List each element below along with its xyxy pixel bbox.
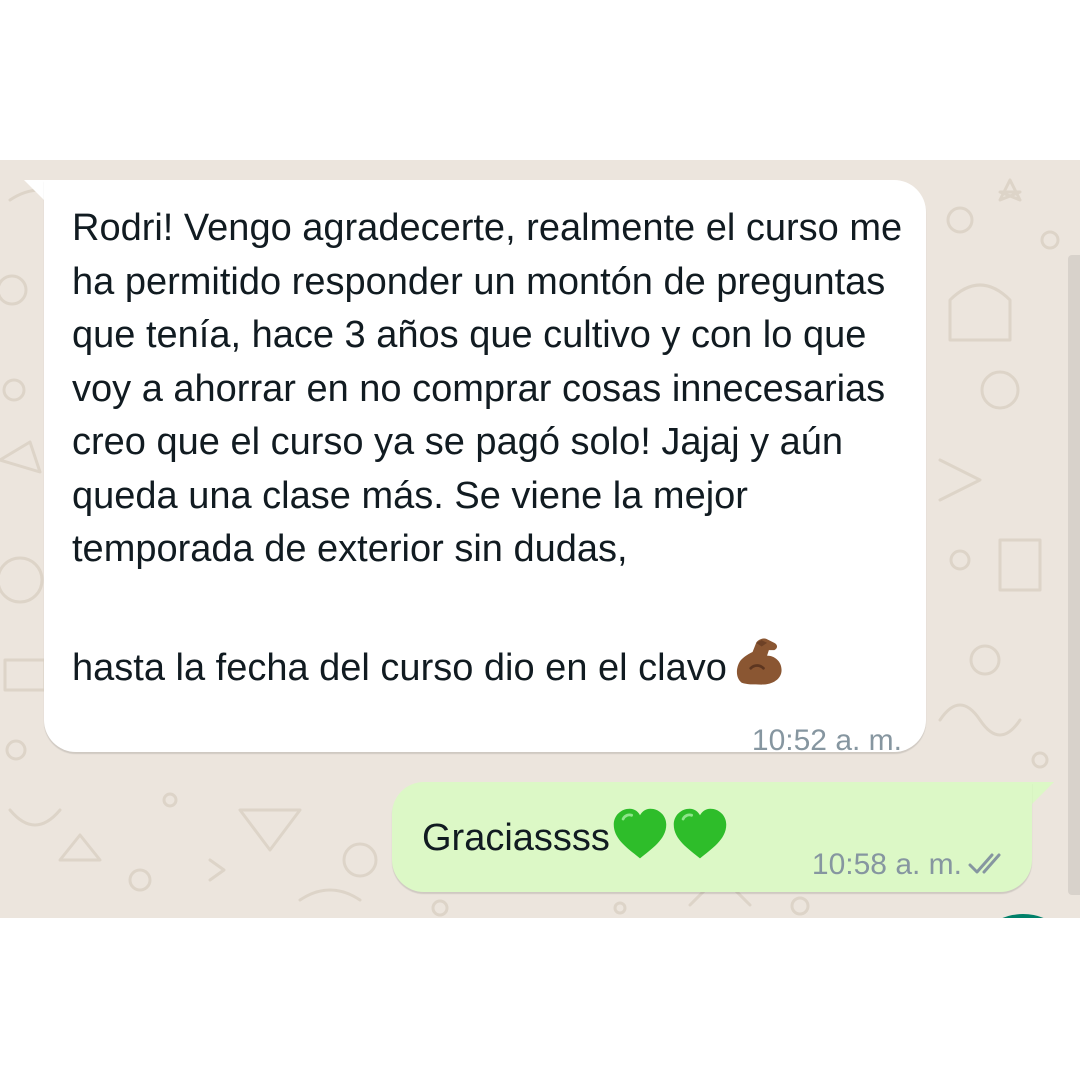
outgoing-message-content: Graciassss xyxy=(422,804,730,868)
scroll-down-button[interactable] xyxy=(968,914,1078,918)
outgoing-bubble-tail xyxy=(1030,782,1054,806)
screenshot-frame: Rodri! Vengo agradecerte, realmente el c… xyxy=(0,0,1080,1080)
green-heart-icon xyxy=(613,808,667,859)
double-check-icon xyxy=(968,853,1001,874)
scrollbar[interactable] xyxy=(1068,255,1080,895)
outgoing-message-text: Graciassss xyxy=(422,817,610,859)
outgoing-message-meta: 10:58 a. m. xyxy=(812,848,1010,882)
incoming-message-timestamp: 10:52 a. m. xyxy=(751,724,902,757)
incoming-message-bubble[interactable]: Rodri! Vengo agradecerte, realmente el c… xyxy=(44,180,926,757)
incoming-message-last-line: hasta la fecha del curso dio en el clavo xyxy=(72,632,917,698)
flexed-biceps-icon xyxy=(736,638,782,685)
incoming-message-text: Rodri! Vengo agradecerte, realmente el c… xyxy=(72,207,903,570)
incoming-message-last-line-text: hasta la fecha del curso dio en el clavo xyxy=(72,647,727,689)
outgoing-message-timestamp: 10:58 a. m. xyxy=(811,848,962,881)
chat-area[interactable]: Rodri! Vengo agradecerte, realmente el c… xyxy=(0,160,1080,918)
outgoing-message-bubble[interactable]: Graciassss 10:58 a. m. xyxy=(392,782,1032,892)
green-heart-icon xyxy=(673,808,727,859)
